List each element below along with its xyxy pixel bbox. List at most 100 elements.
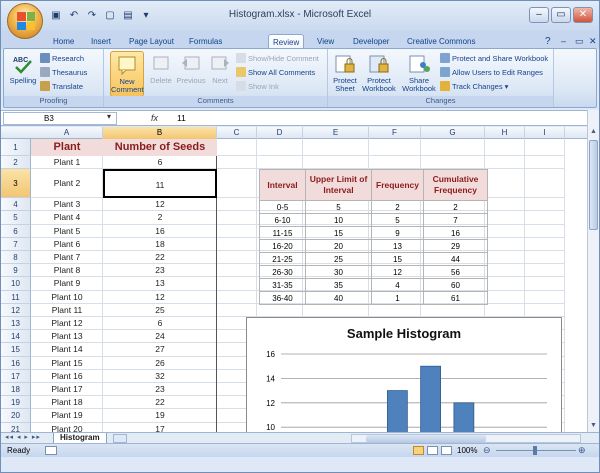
freq-cell[interactable]: 7 [423, 213, 488, 227]
header-plant[interactable]: Plant [31, 139, 103, 156]
freq-cell[interactable]: 1 [371, 291, 424, 305]
freq-cell[interactable]: 4 [371, 278, 424, 292]
column-header-c[interactable]: C [217, 127, 257, 139]
spelling-button[interactable]: ABC Spelling [8, 53, 38, 85]
track-changes-button[interactable]: Track Changes ▾ [440, 81, 508, 93]
new-comment-button[interactable]: New Comment [110, 51, 144, 97]
plant-name-cell[interactable]: Plant 14 [31, 343, 103, 356]
plant-name-cell[interactable]: Plant 3 [31, 198, 103, 211]
freq-cell[interactable]: 16 [423, 226, 488, 240]
seed-count-cell[interactable]: 6 [103, 317, 217, 330]
freq-header-upper-limit[interactable]: Upper Limit of Interval [305, 169, 372, 201]
freq-cell[interactable]: 40 [305, 291, 372, 305]
seed-count-cell[interactable]: 18 [103, 238, 217, 251]
maximize-button[interactable]: ▭ [551, 7, 571, 23]
seed-count-cell[interactable]: 26 [103, 357, 217, 370]
freq-cell[interactable]: 15 [371, 252, 424, 266]
plant-name-cell[interactable]: Plant 11 [31, 304, 103, 317]
freq-cell[interactable]: 36-40 [259, 291, 306, 305]
show-ink-button[interactable]: Show Ink [236, 81, 279, 93]
delete-comment-button[interactable]: Delete [148, 53, 174, 85]
freq-header-frequency[interactable]: Frequency [371, 169, 424, 201]
translate-button[interactable]: Translate [40, 81, 83, 93]
formula-input[interactable]: 11 [177, 112, 577, 125]
tab-page-layout[interactable]: Page Layout [125, 34, 178, 49]
freq-cell[interactable]: 30 [305, 265, 372, 279]
row-header-1[interactable]: 1 [1, 139, 31, 156]
tab-formulas[interactable]: Formulas [185, 34, 226, 49]
plant-name-cell[interactable]: Plant 12 [31, 317, 103, 330]
row-header-19[interactable]: 19 [1, 396, 31, 410]
freq-cell[interactable]: 31-35 [259, 278, 306, 292]
freq-cell[interactable]: 44 [423, 252, 488, 266]
seed-count-cell[interactable]: 19 [103, 409, 217, 422]
office-button[interactable] [7, 3, 43, 39]
active-cell-b3[interactable]: 11 [103, 169, 217, 199]
seed-count-cell[interactable]: 13 [103, 277, 217, 290]
freq-cell[interactable]: 11-15 [259, 226, 306, 240]
column-header-d[interactable]: D [257, 127, 303, 139]
scroll-down-icon[interactable]: ▼ [589, 422, 598, 430]
vertical-scrollbar[interactable]: ▲ ▼ [587, 110, 599, 432]
header-number-of-seeds[interactable]: Number of Seeds [103, 139, 217, 156]
page-layout-view-icon[interactable] [427, 446, 438, 455]
previous-comment-button[interactable]: Previous [176, 53, 206, 85]
row-header-18[interactable]: 18 [1, 383, 31, 397]
protect-share-workbook-button[interactable]: Protect and Share Workbook [440, 53, 548, 65]
row-header-6[interactable]: 6 [1, 224, 31, 238]
plant-name-cell[interactable]: Plant 6 [31, 238, 103, 251]
tab-review[interactable]: Review [268, 34, 305, 49]
row-header-17[interactable]: 17 [1, 369, 31, 383]
zoom-level[interactable]: 100% [457, 446, 477, 455]
insert-sheet-icon[interactable] [113, 434, 127, 443]
page-break-view-icon[interactable] [441, 446, 452, 455]
freq-cell[interactable]: 61 [423, 291, 488, 305]
row-header-5[interactable]: 5 [1, 211, 31, 225]
macro-record-icon[interactable] [45, 446, 57, 455]
seed-count-cell[interactable]: 22 [103, 251, 217, 264]
freq-header-interval[interactable]: Interval [259, 169, 306, 201]
row-header-15[interactable]: 15 [1, 343, 31, 357]
tab-insert[interactable]: Insert [87, 34, 115, 49]
column-header-b[interactable]: B [103, 127, 217, 139]
ribbon-close-icon[interactable]: ✕ [585, 34, 599, 49]
allow-users-edit-ranges-button[interactable]: Allow Users to Edit Ranges [440, 67, 543, 79]
show-hide-comment-button[interactable]: Show/Hide Comment [236, 53, 319, 65]
row-header-9[interactable]: 9 [1, 264, 31, 278]
freq-cell[interactable]: 56 [423, 265, 488, 279]
freq-cell[interactable]: 6-10 [259, 213, 306, 227]
seed-count-cell[interactable]: 23 [103, 383, 217, 396]
seed-count-cell[interactable]: 24 [103, 330, 217, 343]
close-button[interactable]: ✕ [573, 7, 593, 23]
row-header-7[interactable]: 7 [1, 237, 31, 251]
normal-view-icon[interactable] [413, 446, 424, 455]
zoom-slider-handle[interactable] [533, 446, 537, 455]
freq-cell[interactable]: 0-5 [259, 200, 306, 214]
plant-name-cell[interactable]: Plant 10 [31, 291, 103, 304]
insert-function-icon[interactable]: fx [151, 112, 169, 125]
freq-cell[interactable]: 12 [371, 265, 424, 279]
column-header-g[interactable]: G [421, 127, 485, 139]
vertical-scroll-thumb[interactable] [589, 140, 598, 230]
row-header-3[interactable]: 3 [1, 169, 31, 199]
freq-header-cumulative[interactable]: Cumulative Frequency [423, 169, 488, 201]
plant-name-cell[interactable]: Plant 15 [31, 357, 103, 370]
plant-name-cell[interactable]: Plant 13 [31, 330, 103, 343]
seed-count-cell[interactable]: 17 [103, 423, 217, 432]
freq-cell[interactable]: 29 [423, 239, 488, 253]
freq-cell[interactable]: 5 [371, 213, 424, 227]
freq-cell[interactable]: 16-20 [259, 239, 306, 253]
freq-cell[interactable]: 13 [371, 239, 424, 253]
freq-cell[interactable]: 20 [305, 239, 372, 253]
row-header-8[interactable]: 8 [1, 251, 31, 265]
seed-count-cell[interactable]: 22 [103, 396, 217, 409]
thesaurus-button[interactable]: Thesaurus [40, 67, 87, 79]
seed-count-cell[interactable]: 32 [103, 370, 217, 383]
plant-name-cell[interactable]: Plant 19 [31, 409, 103, 422]
seed-count-cell[interactable]: 27 [103, 343, 217, 356]
help-icon[interactable]: ? [541, 34, 555, 49]
row-header-21[interactable]: 21 [1, 422, 31, 432]
name-box[interactable]: B3 [3, 112, 117, 125]
column-header-h[interactable]: H [485, 127, 525, 139]
protect-workbook-button[interactable]: Protect Workbook [360, 53, 398, 93]
